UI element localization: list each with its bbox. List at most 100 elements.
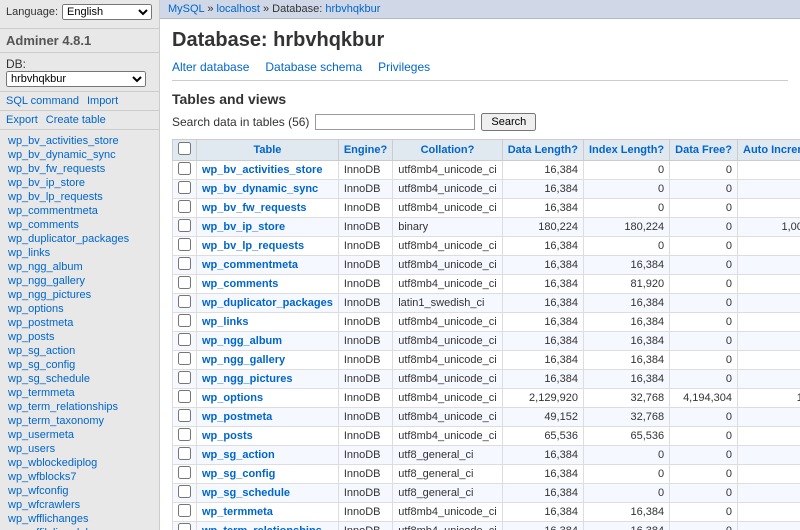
sidebar-table-link[interactable]: wp_options	[0, 302, 159, 316]
sidebar-table-link[interactable]: wp_sg_schedule	[0, 372, 159, 386]
row-checkbox[interactable]	[178, 523, 191, 530]
db-select[interactable]: hrbvhqkbur	[6, 71, 146, 87]
row-checkbox-cell	[173, 351, 197, 370]
auto-increment-sort-link[interactable]: Auto Increment?	[743, 144, 800, 156]
sidebar-table-link[interactable]: wp_commentmeta	[0, 204, 159, 218]
collation-col-header[interactable]: Collation?	[393, 140, 502, 161]
sidebar-table-link[interactable]: wp_bv_fw_requests	[0, 162, 159, 176]
language-select[interactable]: English	[62, 4, 152, 20]
engine-sort-link[interactable]: Engine?	[344, 144, 387, 156]
sidebar-table-link[interactable]: wp_ngg_gallery	[0, 274, 159, 288]
sidebar-table-link[interactable]: wp_postmeta	[0, 316, 159, 330]
sidebar-table-link[interactable]: wp_links	[0, 246, 159, 260]
row-checkbox[interactable]	[178, 238, 191, 251]
table-name-link[interactable]: wp_term_relationships	[202, 525, 322, 530]
privileges-link[interactable]: Privileges	[378, 60, 430, 74]
table-name-link[interactable]: wp_bv_dynamic_sync	[202, 183, 318, 195]
sidebar-table-link[interactable]: wp_duplicator_packages	[0, 232, 159, 246]
sidebar-table-link[interactable]: wp_ngg_album	[0, 260, 159, 274]
row-checkbox[interactable]	[178, 181, 191, 194]
sidebar-table-link[interactable]: wp_termmeta	[0, 386, 159, 400]
row-checkbox[interactable]	[178, 466, 191, 479]
table-name-link[interactable]: wp_bv_lp_requests	[202, 240, 304, 252]
engine-col-header[interactable]: Engine?	[338, 140, 392, 161]
row-checkbox[interactable]	[178, 333, 191, 346]
create-table-link[interactable]: Create table	[46, 114, 106, 126]
table-name-link[interactable]: wp_bv_fw_requests	[202, 202, 307, 214]
row-checkbox[interactable]	[178, 200, 191, 213]
sidebar-table-link[interactable]: wp_bv_activities_store	[0, 134, 159, 148]
table-name-link[interactable]: wp_comments	[202, 278, 278, 290]
sidebar-table-link[interactable]: wp_wfcrawlers	[0, 498, 159, 512]
auto-increment-col-header[interactable]: Auto Increment?	[738, 140, 800, 161]
sql-command-link[interactable]: SQL command	[6, 95, 79, 107]
database-schema-link[interactable]: Database schema	[265, 60, 362, 74]
row-checkbox[interactable]	[178, 428, 191, 441]
table-name-link[interactable]: wp_ngg_pictures	[202, 373, 292, 385]
export-link[interactable]: Export	[6, 114, 38, 126]
row-checkbox[interactable]	[178, 504, 191, 517]
index-length-col-header[interactable]: Index Length?	[583, 140, 669, 161]
table-name-link[interactable]: wp_sg_config	[202, 468, 275, 480]
row-checkbox[interactable]	[178, 390, 191, 403]
sidebar-table-link[interactable]: wp_comments	[0, 218, 159, 232]
table-name-link[interactable]: wp_sg_schedule	[202, 487, 290, 499]
collation-sort-link[interactable]: Collation?	[421, 144, 475, 156]
sidebar-table-link[interactable]: wp_sg_config	[0, 358, 159, 372]
sidebar-table-link[interactable]: wp_wfconfig	[0, 484, 159, 498]
row-checkbox[interactable]	[178, 276, 191, 289]
sidebar-table-link[interactable]: wp_sg_action	[0, 344, 159, 358]
sidebar-table-link[interactable]: wp_term_relationships	[0, 400, 159, 414]
sidebar-table-link[interactable]: wp_usermeta	[0, 428, 159, 442]
data-free-col-header[interactable]: Data Free?	[670, 140, 738, 161]
row-checkbox[interactable]	[178, 409, 191, 422]
data-length-col-header[interactable]: Data Length?	[502, 140, 583, 161]
sidebar-table-link[interactable]: wp_term_taxonomy	[0, 414, 159, 428]
sidebar-table-link[interactable]: wp_wffilelimodels	[0, 526, 159, 530]
data-free-sort-link[interactable]: Data Free?	[675, 144, 732, 156]
row-checkbox[interactable]	[178, 219, 191, 232]
alter-database-link[interactable]: Alter database	[172, 60, 249, 74]
engine-cell: InnoDB	[338, 427, 392, 446]
row-checkbox[interactable]	[178, 257, 191, 270]
sidebar-table-link[interactable]: wp_ngg_pictures	[0, 288, 159, 302]
table-name-link[interactable]: wp_commentmeta	[202, 259, 298, 271]
sidebar-table-link[interactable]: wp_bv_ip_store	[0, 176, 159, 190]
breadcrumb-db-name[interactable]: hrbvhqkbur	[325, 3, 380, 15]
row-checkbox[interactable]	[178, 295, 191, 308]
search-input[interactable]	[315, 114, 475, 130]
search-button[interactable]: Search	[481, 113, 536, 131]
row-checkbox[interactable]	[178, 447, 191, 460]
sidebar-table-link[interactable]: wp_bv_dynamic_sync	[0, 148, 159, 162]
sidebar-table-link[interactable]: wp_wfflichanges	[0, 512, 159, 526]
sidebar-table-link[interactable]: wp_bv_lp_requests	[0, 190, 159, 204]
index-length-sort-link[interactable]: Index Length?	[589, 144, 664, 156]
row-checkbox[interactable]	[178, 314, 191, 327]
sidebar-table-link[interactable]: wp_users	[0, 442, 159, 456]
row-checkbox[interactable]	[178, 162, 191, 175]
row-checkbox[interactable]	[178, 371, 191, 384]
import-link[interactable]: Import	[87, 95, 118, 107]
select-all-checkbox[interactable]	[178, 142, 191, 155]
table-name-link[interactable]: wp_postmeta	[202, 411, 272, 423]
table-sort-link[interactable]: Table	[253, 144, 281, 156]
table-name-link[interactable]: wp_links	[202, 316, 248, 328]
table-name-link[interactable]: wp_posts	[202, 430, 253, 442]
table-name-link[interactable]: wp_ngg_gallery	[202, 354, 285, 366]
table-name-link[interactable]: wp_termmeta	[202, 506, 273, 518]
table-name-link[interactable]: wp_bv_ip_store	[202, 221, 285, 233]
table-name-link[interactable]: wp_duplicator_packages	[202, 297, 333, 309]
row-checkbox[interactable]	[178, 352, 191, 365]
table-col-header[interactable]: Table	[197, 140, 339, 161]
sidebar-table-link[interactable]: wp_wfblocks7	[0, 470, 159, 484]
data-length-sort-link[interactable]: Data Length?	[508, 144, 578, 156]
row-checkbox[interactable]	[178, 485, 191, 498]
table-name-link[interactable]: wp_sg_action	[202, 449, 275, 461]
sidebar-table-link[interactable]: wp_posts	[0, 330, 159, 344]
table-name-link[interactable]: wp_options	[202, 392, 263, 404]
breadcrumb-localhost[interactable]: localhost	[217, 3, 260, 15]
table-name-link[interactable]: wp_bv_activities_store	[202, 164, 322, 176]
sidebar-table-link[interactable]: wp_wblockediplog	[0, 456, 159, 470]
table-name-link[interactable]: wp_ngg_album	[202, 335, 282, 347]
breadcrumb-mysql[interactable]: MySQL	[168, 3, 204, 15]
